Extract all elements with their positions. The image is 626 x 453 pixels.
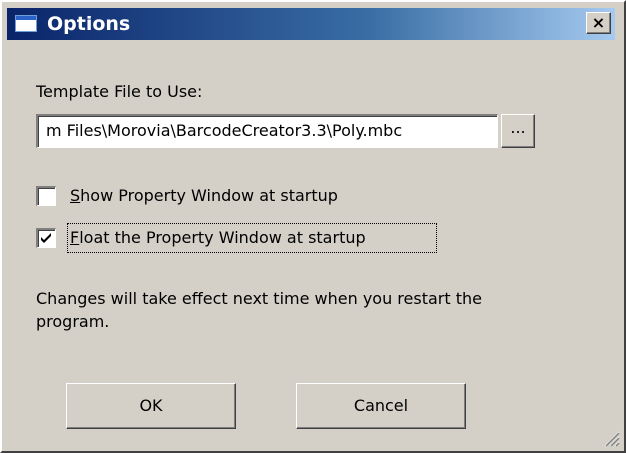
template-path-input[interactable]: m Files\Morovia\BarcodeCreator3.3\Poly.m… (36, 114, 498, 148)
browse-button[interactable]: ... (501, 114, 535, 148)
close-button[interactable]: × (586, 12, 611, 34)
show-property-window-label[interactable]: Show Property Window at startup (70, 186, 338, 206)
template-file-label: Template File to Use: (36, 82, 203, 101)
window-icon (15, 15, 37, 32)
show-property-label-text: how Property Window at startup (80, 186, 338, 205)
options-dialog: Options × Template File to Use: m Files\… (0, 0, 626, 453)
float-property-window-checkbox[interactable] (36, 228, 56, 248)
window-title: Options (47, 13, 131, 35)
checkmark-icon (41, 233, 51, 243)
float-property-window-label[interactable]: Float the Property Window at startup (70, 228, 366, 248)
resize-grip-icon[interactable] (602, 429, 620, 447)
title-bar[interactable]: Options × (7, 8, 615, 40)
restart-notice-line1: Changes will take effect next time when … (36, 289, 482, 308)
float-property-mnemonic: F (70, 228, 80, 247)
cancel-button[interactable]: Cancel (296, 383, 466, 429)
float-property-label-text: loat the Property Window at startup (79, 228, 366, 247)
ok-button[interactable]: OK (66, 383, 236, 429)
show-property-window-checkbox[interactable] (36, 186, 56, 206)
close-icon: × (591, 13, 606, 32)
restart-notice-line2: program. (36, 312, 110, 331)
show-property-mnemonic: S (70, 186, 81, 205)
